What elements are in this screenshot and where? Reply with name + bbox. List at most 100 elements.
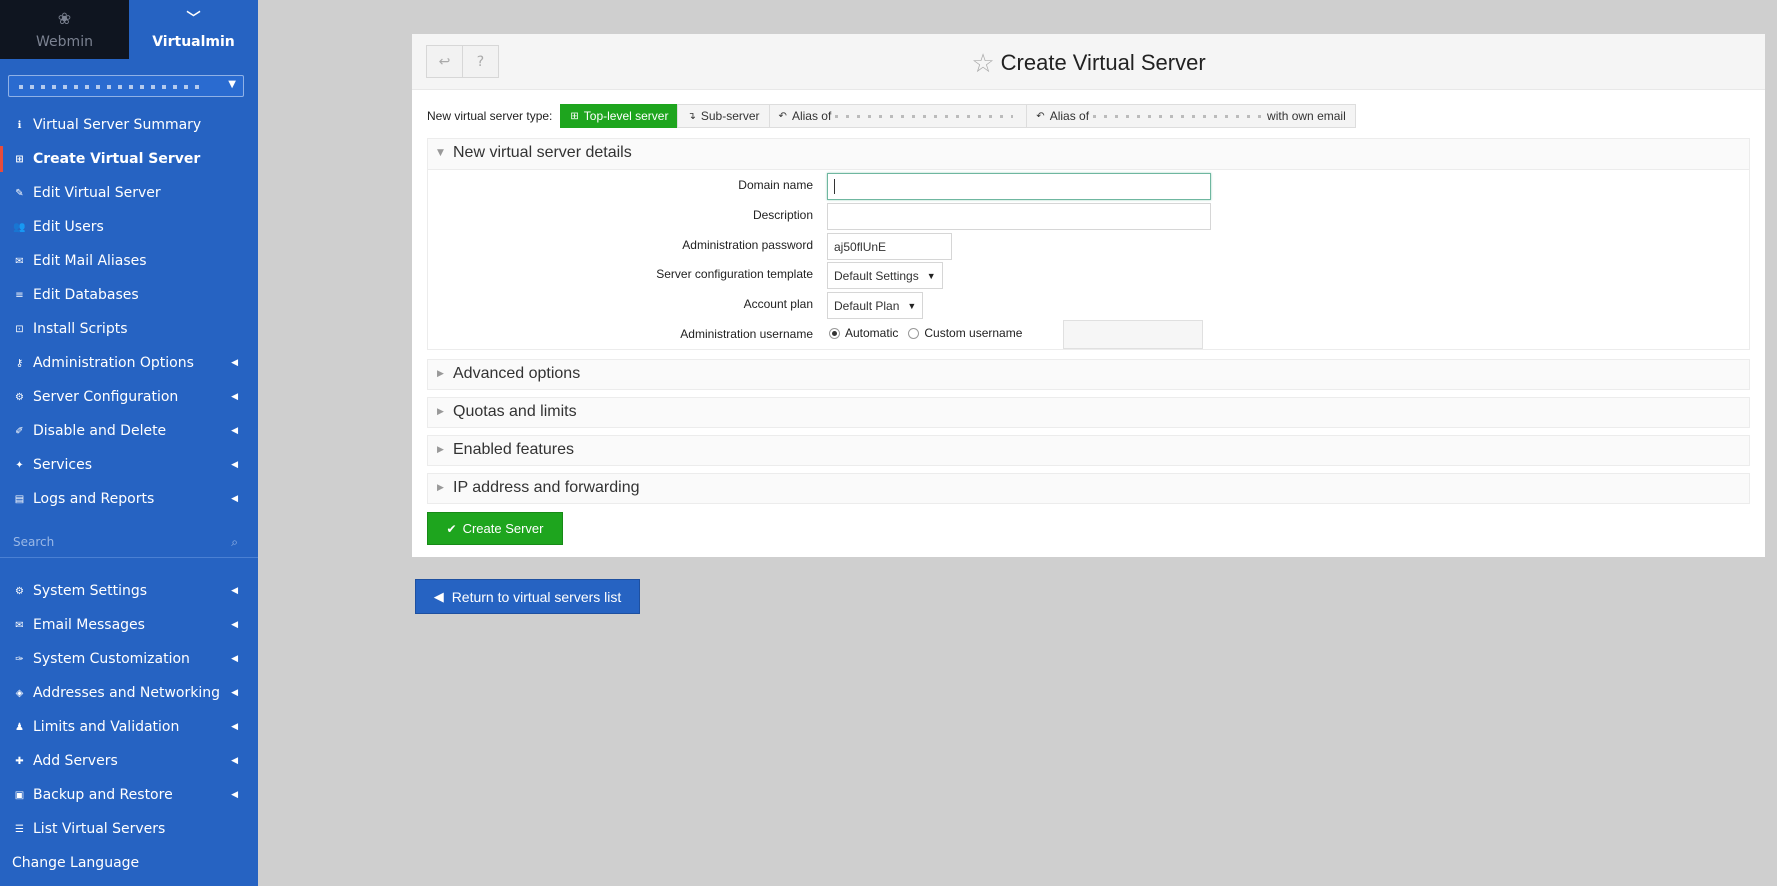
tab-webmin-label: Webmin xyxy=(36,34,93,50)
domain-select[interactable]: ▼ xyxy=(8,75,244,97)
check-circle-icon: ✔ xyxy=(446,521,457,536)
sidebar-item-server-configuration[interactable]: ⚙ Server Configuration ◀ xyxy=(0,380,258,414)
sidebar-item-edit-virtual-server[interactable]: ✎ Edit Virtual Server xyxy=(0,176,258,210)
sidebar-item-limits-and-validation[interactable]: ♟ Limits and Validation ◀ xyxy=(0,710,258,744)
custom-username-input[interactable] xyxy=(1063,320,1203,349)
puzzle-icon: ✦ xyxy=(15,459,24,471)
admin-username-label: Administration username xyxy=(680,327,813,341)
reply-icon: ↶ xyxy=(778,110,787,122)
caret-left-icon: ◀ xyxy=(231,586,238,596)
sidebar-item-email-messages[interactable]: ✉ Email Messages ◀ xyxy=(0,608,258,642)
admin-password-value: aj50flUnE xyxy=(834,239,887,254)
radio-custom-username[interactable] xyxy=(908,327,920,339)
sidebar-item-disable-and-delete[interactable]: ✐ Disable and Delete ◀ xyxy=(0,414,258,448)
redacted-domain xyxy=(835,114,1014,118)
type-sub-server-button[interactable]: ↴ Sub-server xyxy=(677,104,770,128)
sidebar-item-backup-and-restore[interactable]: ▣ Backup and Restore ◀ xyxy=(0,778,258,812)
return-to-list-button[interactable]: ◀ Return to virtual servers list xyxy=(415,579,640,614)
plus-square-icon: ⊞ xyxy=(15,153,24,165)
wrench-icon: ✑ xyxy=(15,653,24,665)
sidebar-item-label: Edit Databases xyxy=(33,287,139,303)
section-enabled-features[interactable]: ▶ Enabled features xyxy=(427,435,1750,466)
main-panel: ↩ ? ☆ Create Virtual Server New virtual s… xyxy=(412,34,1765,557)
gear-icon: ⚙ xyxy=(15,585,24,597)
type-alias-own-email-label: Alias of xyxy=(1049,109,1090,123)
cogs-icon: ⚙ xyxy=(15,391,24,403)
shield-icon: ◈ xyxy=(15,687,24,699)
caret-left-icon: ◀ xyxy=(231,494,238,504)
section-quotas-limits[interactable]: ▶ Quotas and limits xyxy=(427,397,1750,428)
sidebar-item-list-virtual-servers[interactable]: ☰ List Virtual Servers xyxy=(0,812,258,846)
user-lock-icon: ♟ xyxy=(15,721,24,733)
create-server-button[interactable]: ✔ Create Server xyxy=(427,512,563,545)
caret-right-icon: ▶ xyxy=(437,369,444,379)
sidebar-item-administration-options[interactable]: ⚷ Administration Options ◀ xyxy=(0,346,258,380)
caret-left-icon: ◀ xyxy=(231,358,238,368)
sidebar-item-services[interactable]: ✦ Services ◀ xyxy=(0,448,258,482)
server-type-row: New virtual server type: ⊞ Top-level ser… xyxy=(427,104,1356,128)
text-cursor xyxy=(834,179,835,194)
save-icon: ▣ xyxy=(14,789,25,801)
description-input[interactable] xyxy=(827,203,1211,230)
radio-custom-username-label[interactable]: Custom username xyxy=(924,326,1022,340)
download-box-icon: ⊡ xyxy=(15,323,24,335)
type-alias-button[interactable]: ↶ Alias of xyxy=(768,104,1028,128)
type-alias-own-email-button[interactable]: ↶ Alias of with own email xyxy=(1026,104,1356,128)
tab-virtualmin[interactable]: ﹀ Virtualmin xyxy=(129,0,258,59)
sidebar-item-label: Addresses and Networking xyxy=(33,685,221,701)
sidebar-item-edit-databases[interactable]: ≡ Edit Databases xyxy=(0,278,258,312)
account-plan-select[interactable]: Default Plan ▼ xyxy=(827,292,924,319)
sidebar-item-virtual-server-summary[interactable]: ℹ Virtual Server Summary xyxy=(0,108,258,142)
info-icon: ℹ xyxy=(17,119,22,131)
return-to-list-label: Return to virtual servers list xyxy=(451,588,622,605)
section-ip-forwarding[interactable]: ▶ IP address and forwarding xyxy=(427,473,1750,504)
sidebar-item-system-settings[interactable]: ⚙ System Settings ◀ xyxy=(0,574,258,608)
sidebar-item-add-servers[interactable]: ✚ Add Servers ◀ xyxy=(0,744,258,778)
sidebar-item-system-customization[interactable]: ✑ System Customization ◀ xyxy=(0,642,258,676)
envelope-icon: ✉ xyxy=(15,255,24,267)
sidebar-search[interactable]: Search ⌕ xyxy=(0,528,258,558)
search-icon: ⌕ xyxy=(231,535,238,549)
sidebar-item-create-virtual-server[interactable]: ⊞ Create Virtual Server xyxy=(0,142,258,176)
sidebar-item-label: Administration Options xyxy=(33,355,194,371)
sidebar-item-label: System Customization xyxy=(33,651,190,667)
template-select[interactable]: Default Settings ▼ xyxy=(827,262,943,289)
webmin-logo-icon: ❀ xyxy=(57,9,72,28)
admin-password-input[interactable]: aj50flUnE xyxy=(827,233,952,260)
create-server-label: Create Server xyxy=(462,521,544,536)
reply-all-icon: ↶ xyxy=(1036,110,1045,122)
envelope-icon: ✉ xyxy=(15,619,24,631)
caret-down-icon: ▼ xyxy=(437,148,444,158)
sidebar-item-edit-users[interactable]: 👥 Edit Users xyxy=(0,210,258,244)
section-advanced-options[interactable]: ▶ Advanced options xyxy=(427,359,1750,390)
sidebar-item-change-language[interactable]: Change Language xyxy=(0,846,258,880)
type-top-level-button[interactable]: ⊞ Top-level server xyxy=(560,104,679,128)
sidebar-item-addresses-and-networking[interactable]: ◈ Addresses and Networking ◀ xyxy=(0,676,258,710)
key-icon: ⚷ xyxy=(15,357,24,369)
sidebar-item-logs-and-reports[interactable]: ▤ Logs and Reports ◀ xyxy=(0,482,258,516)
sidebar-menu-webmin: ⚙ System Settings ◀ ✉ Email Messages ◀ ✑ System… xyxy=(0,574,258,880)
caret-down-icon: ▼ xyxy=(926,270,936,281)
caret-right-icon: ▶ xyxy=(437,483,444,493)
domain-select-value-redacted xyxy=(19,85,199,89)
panel-header: ↩ ? ☆ Create Virtual Server xyxy=(412,34,1765,90)
section-title: Advanced options xyxy=(453,365,581,382)
row-admin-password: Administration password aj50flUnE xyxy=(428,231,1749,260)
domain-name-input[interactable] xyxy=(827,173,1211,200)
sidebar-item-label: Virtual Server Summary xyxy=(33,117,202,133)
row-admin-username: Administration username Automatic Custom… xyxy=(428,320,1749,349)
caret-right-icon: ▶ xyxy=(437,407,444,417)
row-account-plan: Account plan Default Plan ▼ xyxy=(428,290,1749,319)
search-input[interactable]: Search xyxy=(13,535,54,549)
sidebar-item-edit-mail-aliases[interactable]: ✉ Edit Mail Aliases xyxy=(0,244,258,278)
star-icon[interactable]: ☆ xyxy=(971,48,994,78)
caret-down-icon: ▼ xyxy=(907,300,917,311)
sidebar-item-label: Limits and Validation xyxy=(33,719,180,735)
section-header[interactable]: ▼ New virtual server details xyxy=(428,139,1749,170)
sidebar-item-label: Change Language xyxy=(12,855,140,871)
chevron-down-icon: ▼ xyxy=(228,79,236,90)
radio-automatic-label[interactable]: Automatic xyxy=(845,326,898,340)
tab-webmin[interactable]: ❀ Webmin xyxy=(0,0,129,59)
sidebar-item-install-scripts[interactable]: ⊡ Install Scripts xyxy=(0,312,258,346)
radio-automatic[interactable] xyxy=(829,327,840,339)
